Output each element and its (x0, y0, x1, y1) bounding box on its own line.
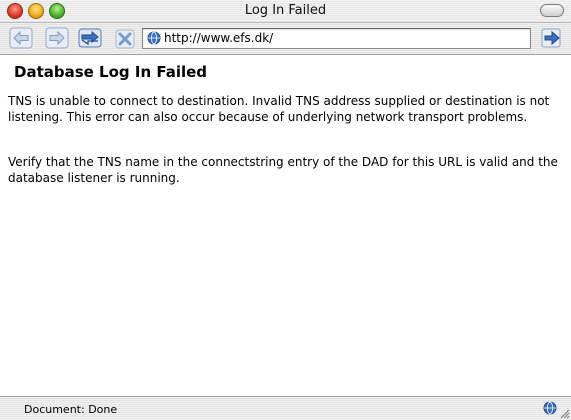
page-content: Database Log In Failed TNS is unable to … (0, 55, 571, 396)
resize-grip-icon[interactable] (560, 409, 570, 419)
status-text: Document: Done (24, 403, 118, 416)
url-input[interactable] (164, 29, 524, 48)
back-arrow-icon (9, 27, 33, 49)
title-bar: Log In Failed (0, 0, 571, 23)
go-button[interactable] (540, 27, 564, 49)
reload-icon (78, 28, 102, 48)
browser-window: Log In Failed http://www.efs.dk/ Databas… (0, 0, 571, 420)
toolbar-toggle-button[interactable] (540, 4, 564, 17)
window-title: Log In Failed (244, 3, 327, 18)
stop-button[interactable] (113, 27, 137, 49)
stop-icon (115, 29, 135, 49)
page-heading: Database Log In Failed (14, 63, 208, 81)
status-bar: Document: Done (0, 396, 571, 420)
toolbar (0, 23, 571, 55)
status-globe-icon (543, 401, 557, 415)
reload-button[interactable] (78, 27, 102, 49)
address-bar[interactable] (142, 28, 531, 49)
forward-arrow-icon (45, 27, 69, 49)
forward-button[interactable] (45, 27, 69, 49)
go-arrow-icon (541, 28, 561, 48)
globe-icon (147, 31, 161, 45)
error-description: TNS is unable to connect to destination.… (8, 94, 550, 124)
error-remedy: Verify that the TNS name in the connects… (8, 155, 558, 185)
back-button[interactable] (9, 27, 33, 49)
